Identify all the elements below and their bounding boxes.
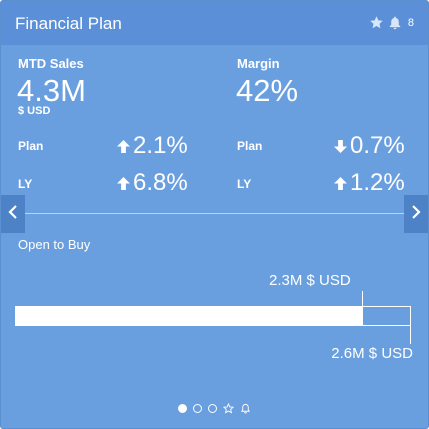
next-page-button[interactable] — [404, 195, 428, 233]
open-to-buy-target-label: 2.6M $ USD — [331, 345, 413, 362]
margin-ly-value: 1.2% — [350, 169, 405, 196]
star-icon[interactable] — [369, 15, 384, 30]
open-to-buy-actual-label: 2.3M $ USD — [269, 272, 351, 289]
arrow-up-icon — [117, 139, 130, 153]
arrow-up-icon — [117, 176, 130, 190]
kpi-label-sales: MTD Sales — [18, 56, 84, 71]
open-to-buy-bar-fill — [16, 307, 363, 325]
card-title: Financial Plan — [15, 14, 122, 33]
sales-plan-change: 2.1% — [117, 132, 188, 160]
chevron-left-icon — [8, 204, 18, 225]
page-dot[interactable] — [193, 404, 202, 413]
previous-page-button[interactable] — [1, 195, 25, 233]
card-header: Financial Plan 8 — [1, 1, 428, 45]
actual-marker-line — [362, 291, 363, 306]
page-dot[interactable] — [208, 404, 217, 413]
sales-ly-change: 6.8% — [117, 169, 188, 197]
arrow-up-icon — [334, 176, 347, 190]
financial-plan-card: Financial Plan 8 MTD Sales 4.3M $ USD Ma… — [0, 0, 429, 429]
chevron-right-icon — [411, 204, 421, 225]
header-actions: 8 — [369, 15, 414, 30]
target-marker-line — [410, 326, 411, 344]
kpi-label-margin: Margin — [237, 56, 280, 71]
sales-plan-label: Plan — [18, 139, 44, 153]
margin-plan-label: Plan — [237, 139, 263, 153]
sales-plan-value: 2.1% — [133, 132, 188, 159]
margin-plan-change: 0.7% — [334, 132, 405, 160]
kpi-value-margin: 42% — [236, 73, 299, 108]
page-dot[interactable] — [178, 404, 187, 413]
section-divider — [17, 213, 413, 214]
bell-icon[interactable] — [388, 15, 402, 30]
open-to-buy-label: Open to Buy — [18, 237, 91, 252]
margin-plan-value: 0.7% — [350, 132, 405, 159]
bell-icon[interactable] — [240, 403, 251, 414]
margin-ly-label: LY — [237, 177, 252, 191]
page-indicator — [1, 403, 428, 414]
star-icon[interactable] — [223, 403, 234, 414]
kpi-unit-sales: $ USD — [18, 105, 51, 117]
sales-ly-value: 6.8% — [133, 169, 188, 196]
sales-ly-label: LY — [18, 177, 33, 191]
alert-count-badge: 8 — [407, 16, 414, 29]
open-to-buy-bar — [15, 306, 411, 326]
arrow-down-icon — [334, 139, 347, 153]
kpi-value-sales: 4.3M — [17, 73, 86, 108]
margin-ly-change: 1.2% — [334, 169, 405, 197]
